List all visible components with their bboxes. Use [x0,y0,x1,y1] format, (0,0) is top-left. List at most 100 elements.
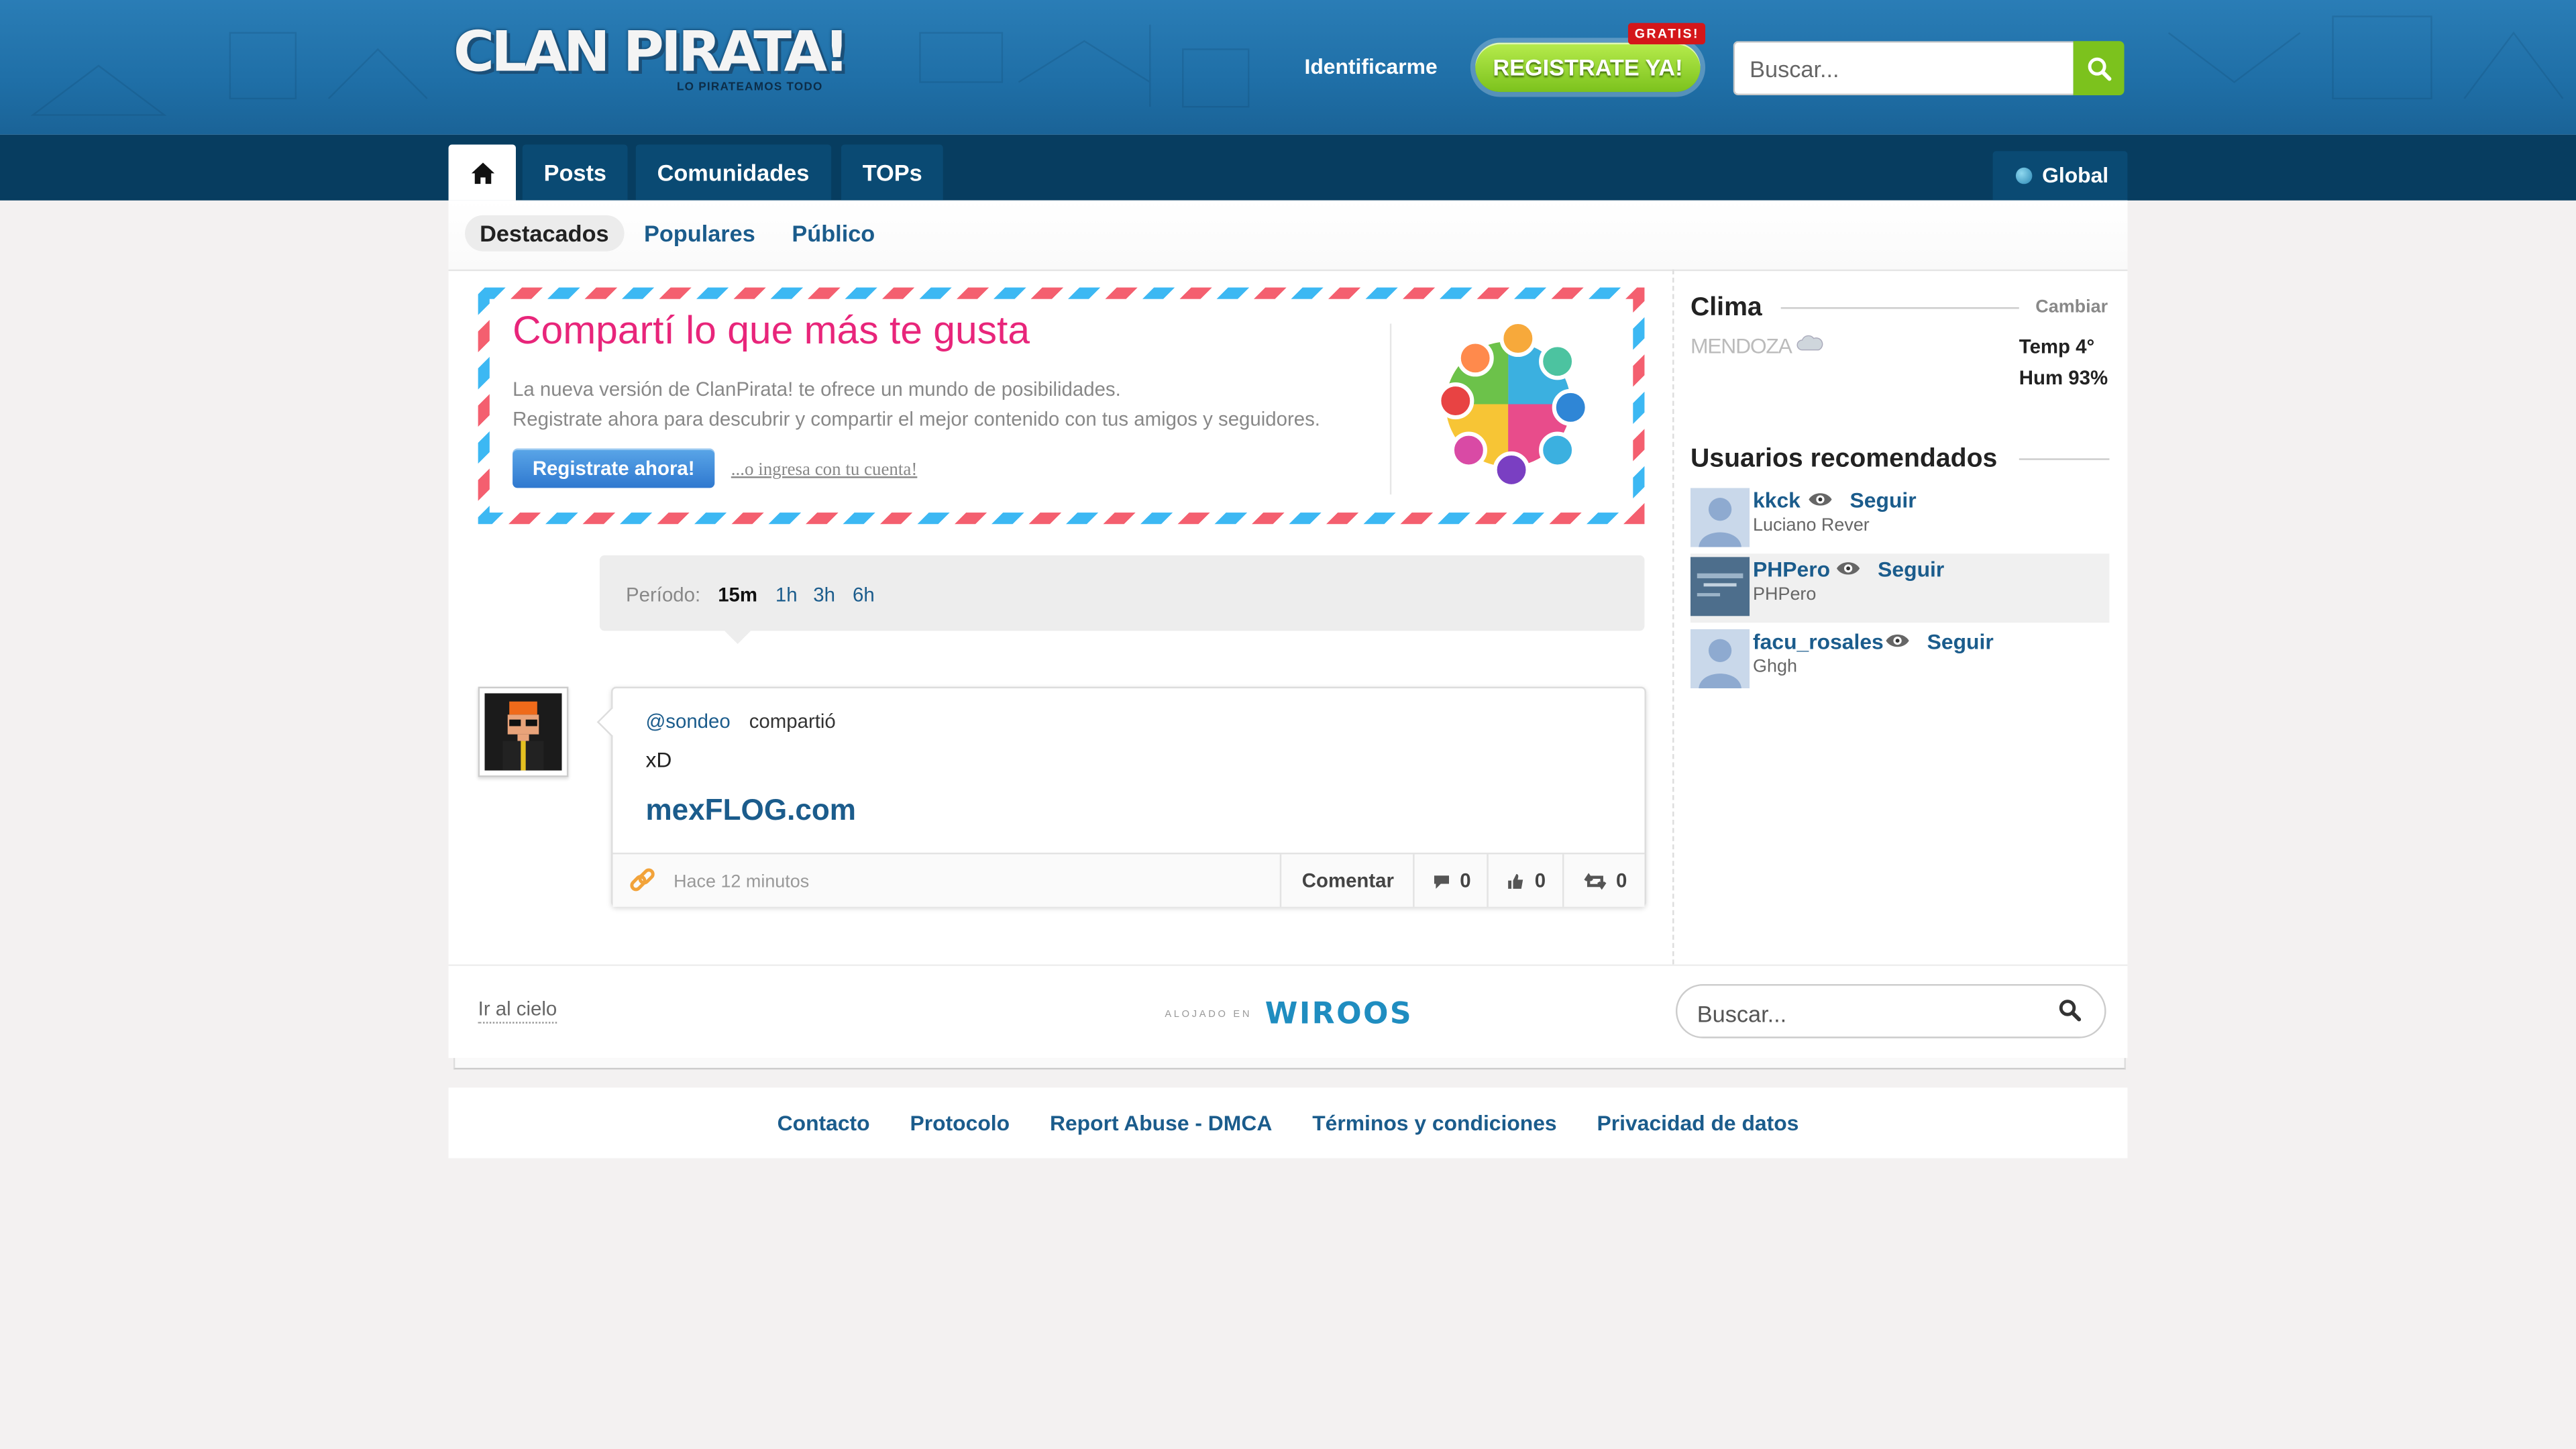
reshare-icon [1583,873,1606,890]
weather-title-rule [1780,307,2019,309]
subtab-public[interactable]: Público [777,215,890,252]
nav-tab-tops[interactable]: TOPs [841,144,944,201]
period-filter: Período: 15m 1h 3h 6h [599,555,1645,645]
banner-register-button[interactable]: Registrate ahora! [513,448,715,488]
user-name[interactable]: kkck [1753,488,1801,513]
post-link[interactable]: mexFLOG.com [645,794,856,828]
banner-divider [1389,323,1392,495]
header-search-input[interactable] [1733,41,2074,96]
recommended-title-rule [2019,458,2110,460]
shares-count[interactable]: 0 [1562,854,1646,907]
login-link[interactable]: Identificarme [1304,54,1437,79]
nav-tab-communities[interactable]: Comunidades [635,144,831,201]
user-name[interactable]: PHPero [1753,557,1830,582]
cloud-icon [1796,335,1823,351]
user-avatar[interactable] [1690,629,1750,689]
period-option-15m[interactable]: 15m [718,583,757,606]
weather-humidity: Hum 93% [2019,366,2108,390]
post-card-pointer [596,706,627,737]
post-text: xD [645,747,672,773]
free-badge: GRATIS! [1627,23,1706,45]
user-subtitle: Luciano Rever [1753,515,1870,536]
follow-button[interactable]: Seguir [1878,557,1944,582]
user-avatar[interactable] [1690,557,1750,616]
footer-link-contact[interactable]: Contacto [777,1111,870,1136]
post-card: @sondeo compartió xD mexFLOG.com Hace 12… [596,686,1646,907]
region-selector[interactable]: Global [1992,151,2129,201]
logo-text: CLAN PIRATA! [453,19,849,86]
subtab-popular[interactable]: Populares [629,215,770,252]
footer-link-protocol[interactable]: Protocolo [910,1111,1010,1136]
social-network-illustration [1437,319,1589,488]
banner-line-2: Registrate ahora para descubrir y compar… [513,407,1320,431]
comments-count-value: 0 [1460,869,1471,892]
hosting-label: ALOJADO EN [1165,1010,1252,1020]
hosting-brand: WIROOS [1265,997,1413,1032]
post-footer: Hace 12 minutos Comentar 0 0 0 [612,853,1646,907]
comment-button[interactable]: Comentar [1279,854,1415,907]
search-icon[interactable] [2059,999,2082,1022]
likes-count[interactable]: 0 [1487,854,1564,907]
nav-tab-posts[interactable]: Posts [522,144,628,201]
header-search [1733,41,2125,96]
follow-button[interactable]: Seguir [1927,629,1994,654]
user-name[interactable]: facu_rosales [1753,629,1884,654]
main-container: Destacados Populares Público Compartí lo… [448,200,2128,1060]
content-footer: Ir al cielo ALOJADO EN WIROOS [448,964,2128,1060]
banner-description: La nueva versión de ClanPirata! te ofrec… [513,374,1366,433]
footer-search [1675,983,2106,1040]
back-to-top-link[interactable]: Ir al cielo [478,998,557,1024]
period-option-3h[interactable]: 3h [813,583,835,606]
period-option-1h[interactable]: 1h [775,583,798,606]
shares-count-value: 0 [1615,869,1627,892]
sidebar-separator [1672,269,1674,965]
site-logo[interactable]: CLAN PIRATA! LO PIRATEAMOS TODO [453,19,849,93]
eye-icon[interactable] [1835,559,1862,578]
weather-values: Temp 4° Hum 93% [2019,332,2108,394]
comments-count[interactable]: 0 [1413,854,1489,907]
sub-nav: Destacados Populares Público [448,200,2128,272]
header-background-pattern [30,15,2564,116]
banner-title: Compartí lo que más te gusta [513,309,1030,354]
hosting-credit[interactable]: ALOJADO EN WIROOS [1165,998,1413,1032]
weather-change-link[interactable]: Cambiar [2035,297,2108,317]
weather-title: Clima [1690,294,1762,323]
weather-city: MENDOZA [1690,333,1823,358]
footer-search-input[interactable] [1693,985,2054,1040]
period-option-6h[interactable]: 6h [853,583,875,606]
follow-button[interactable]: Seguir [1850,488,1917,513]
recommended-users-title: Usuarios recomendados [1690,445,1998,474]
register-button[interactable]: REGISTRATE YA! [1475,42,1701,93]
thumbs-up-icon [1508,873,1523,889]
recommended-user: facu_rosales Seguir Ghgh [1690,626,2109,695]
eye-icon[interactable] [1807,490,1833,509]
recommended-user: kkck Seguir Luciano Rever [1690,484,2109,553]
site-header: CLAN PIRATA! LO PIRATEAMOS TODO Identifi… [0,0,2576,135]
eye-icon[interactable] [1884,631,1911,650]
footer-link-terms[interactable]: Términos y condiciones [1312,1111,1556,1136]
globe-icon [2015,167,2033,184]
period-pointer [724,631,751,645]
post-author-avatar[interactable] [478,686,569,777]
footer-link-report-abuse[interactable]: Report Abuse - DMCA [1050,1111,1272,1136]
user-subtitle: PHPero [1753,584,1817,605]
promo-banner: Compartí lo que más te gusta La nueva ve… [478,287,1645,525]
user-subtitle: Ghgh [1753,657,1797,677]
region-label: Global [2042,162,2109,188]
period-label: Período: [626,583,701,606]
search-icon [2087,56,2111,80]
weather-city-name: MENDOZA [1690,333,1791,358]
post-timestamp: Hace 12 minutos [674,872,810,892]
link-icon [630,868,655,892]
header-search-button[interactable] [2073,41,2125,96]
subtab-featured[interactable]: Destacados [465,215,624,252]
user-avatar[interactable] [1690,488,1750,547]
banner-login-link[interactable]: ...o ingresa con tu cuenta! [731,460,918,480]
comment-bubble-icon [1434,875,1449,889]
container-bottom-edge [453,1058,2126,1070]
footer-link-privacy[interactable]: Privacidad de datos [1597,1111,1799,1136]
nav-home-tab[interactable] [448,144,516,201]
home-icon [470,162,494,184]
post-username[interactable]: @sondeo [645,710,730,733]
main-nav [0,134,2576,201]
